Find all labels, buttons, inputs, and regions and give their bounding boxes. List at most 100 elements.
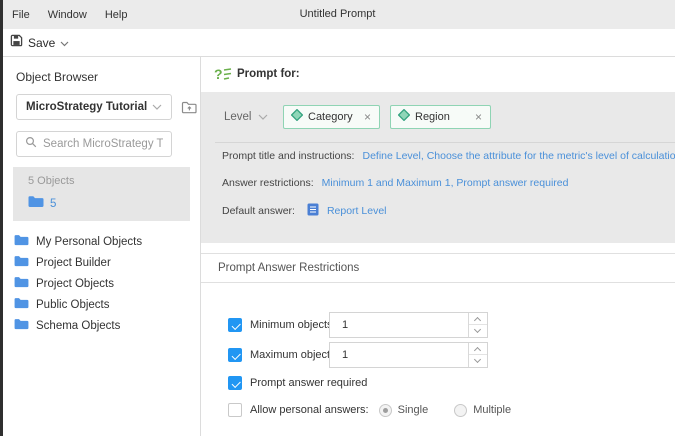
chevron-up-icon: [474, 317, 481, 324]
folder-item-public-objects[interactable]: Public Objects: [14, 297, 142, 313]
single-radio-label: Single: [398, 404, 429, 416]
browse-folder-button[interactable]: [179, 97, 199, 117]
report-icon: [307, 203, 319, 219]
prompt-icon: ?: [214, 66, 232, 87]
app-window: Untitled Prompt File Window Help Save Ob…: [0, 0, 675, 436]
selected-folder-label: 5: [50, 198, 56, 210]
menu-help[interactable]: Help: [105, 9, 128, 21]
prompt-answer-required-label: Prompt answer required: [250, 377, 367, 389]
maximum-objects-checkbox[interactable]: [228, 348, 242, 362]
menu-window[interactable]: Window: [48, 9, 87, 21]
folder-icon: [14, 317, 29, 335]
maximum-objects-spinbox: [329, 342, 488, 368]
maximum-objects-row: Maximum objects:: [228, 342, 668, 368]
folder-icon: [14, 233, 29, 251]
minimum-objects-row: Minimum objects:: [228, 312, 668, 338]
chevron-down-icon: [474, 356, 481, 363]
save-chevron-down-icon: [60, 34, 69, 52]
menu-bar: Untitled Prompt File Window Help: [0, 0, 675, 29]
project-selector-value: MicroStrategy Tutorial: [26, 101, 147, 113]
minimum-objects-input[interactable]: [330, 313, 468, 337]
multiple-radio-label: Multiple: [473, 404, 511, 416]
folder-item-label: My Personal Objects: [36, 236, 142, 248]
maximum-objects-input[interactable]: [330, 343, 468, 367]
folder-item-label: Project Builder: [36, 257, 111, 269]
prompt-title-row: Prompt title and instructions: Define Le…: [222, 150, 675, 162]
maximum-objects-label: Maximum objects:: [250, 342, 339, 368]
restrictions-section-title: Prompt Answer Restrictions: [218, 254, 359, 283]
chip-category[interactable]: Category ×: [283, 105, 380, 129]
spin-down-button[interactable]: [469, 325, 487, 337]
panel-divider: [215, 142, 675, 143]
minimum-objects-checkbox[interactable]: [228, 318, 242, 332]
save-button-label: Save: [28, 36, 55, 50]
project-chevron-down-icon: [152, 98, 162, 116]
project-selector[interactable]: MicroStrategy Tutorial: [16, 94, 172, 120]
menu-items: File Window Help: [12, 0, 127, 29]
single-radio[interactable]: [379, 404, 392, 417]
selection-summary-panel: 5 Objects 5: [13, 167, 190, 221]
attribute-diamond-icon: [398, 108, 410, 126]
allow-personal-answers-label: Allow personal answers:: [250, 404, 369, 416]
folder-item-project-objects[interactable]: Project Objects: [14, 276, 142, 292]
save-button[interactable]: Save: [10, 29, 69, 56]
level-dropdown[interactable]: Level: [224, 105, 268, 129]
folder-item-schema-objects[interactable]: Schema Objects: [14, 318, 142, 334]
spin-down-button[interactable]: [469, 355, 487, 367]
chip-category-label: Category: [308, 111, 353, 123]
folder-list: My Personal Objects Project Builder Proj…: [14, 234, 142, 334]
window-edge-strip: [0, 0, 3, 436]
prompt-for-header: ? Prompt for:: [201, 57, 675, 92]
minimum-objects-label: Minimum objects:: [250, 312, 336, 338]
prompt-title-value-link[interactable]: Define Level, Choose the attribute for t…: [362, 150, 675, 162]
selected-folder-item[interactable]: 5: [28, 194, 56, 214]
attribute-diamond-icon: [291, 108, 303, 126]
prompt-answer-required-checkbox[interactable]: [228, 376, 242, 390]
chevron-down-icon: [474, 326, 481, 333]
folder-item-label: Project Objects: [36, 278, 114, 290]
svg-text:?: ?: [214, 66, 223, 82]
chip-region-close-icon[interactable]: ×: [467, 110, 482, 124]
maximum-objects-spinner: [468, 343, 487, 367]
chip-category-close-icon[interactable]: ×: [356, 110, 371, 124]
multiple-radio[interactable]: [454, 404, 467, 417]
folder-item-label: Schema Objects: [36, 320, 120, 332]
object-browser-panel: Object Browser MicroStrategy Tutorial 5 …: [3, 57, 201, 436]
level-chevron-down-icon: [258, 108, 268, 126]
folder-icon: [14, 296, 29, 314]
spin-up-button[interactable]: [469, 343, 487, 355]
objects-count-label: 5 Objects: [28, 175, 74, 187]
toolbar: Save: [0, 29, 675, 57]
prompt-definition-panel: Level Category × Region × Prompt title a…: [201, 92, 675, 243]
chip-region[interactable]: Region ×: [390, 105, 491, 129]
folder-item-label: Public Objects: [36, 299, 110, 311]
answer-restrictions-label: Answer restrictions:: [222, 177, 314, 189]
prompt-title-label: Prompt title and instructions:: [222, 150, 354, 162]
folder-item-my-personal-objects[interactable]: My Personal Objects: [14, 234, 142, 250]
restrictions-section-header: Prompt Answer Restrictions: [201, 253, 675, 283]
search-icon: [25, 135, 37, 153]
allow-personal-answers-checkbox[interactable]: [228, 403, 242, 417]
prompt-answer-required-row: Prompt answer required: [228, 373, 367, 393]
default-answer-value-link[interactable]: Report Level: [327, 205, 387, 217]
minimum-objects-spinbox: [329, 312, 488, 338]
level-label: Level: [224, 111, 252, 123]
default-answer-label: Default answer:: [222, 205, 295, 217]
folder-up-icon: [181, 100, 198, 115]
minimum-objects-spinner: [468, 313, 487, 337]
chip-region-label: Region: [415, 111, 450, 123]
folder-item-project-builder[interactable]: Project Builder: [14, 255, 142, 271]
spin-up-button[interactable]: [469, 313, 487, 325]
prompt-for-label: Prompt for:: [237, 57, 300, 92]
search-box: [16, 131, 172, 157]
save-icon: [10, 34, 23, 52]
prompt-editor-main: ? Prompt for: Level Category × Region × …: [201, 57, 675, 436]
answer-restrictions-row: Answer restrictions: Minimum 1 and Maxim…: [222, 177, 568, 189]
answer-restrictions-value-link[interactable]: Minimum 1 and Maximum 1, Prompt answer r…: [322, 177, 569, 189]
object-browser-title: Object Browser: [16, 70, 98, 84]
default-answer-row: Default answer: Report Level: [222, 203, 387, 219]
folder-icon: [14, 275, 29, 293]
allow-personal-answers-row: Allow personal answers: Single Multiple: [228, 400, 511, 420]
search-input[interactable]: [43, 138, 163, 150]
menu-file[interactable]: File: [12, 9, 30, 21]
